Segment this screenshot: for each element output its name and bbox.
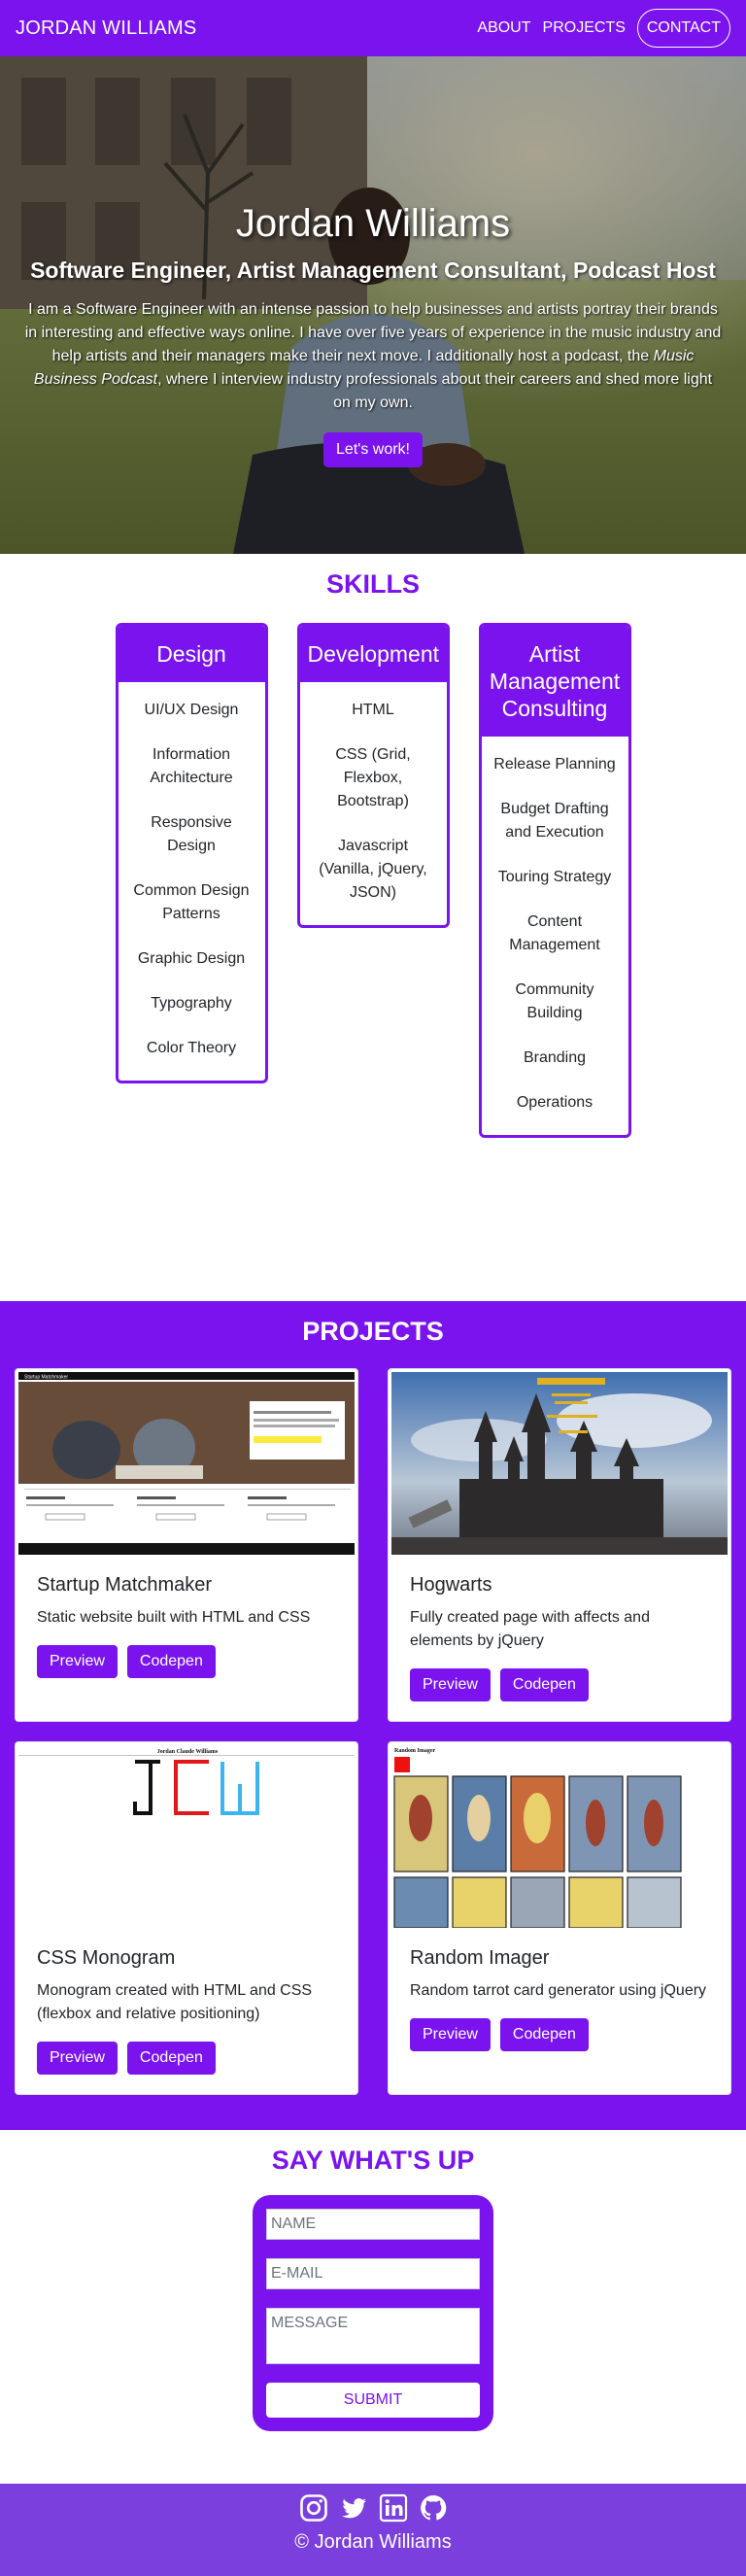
preview-button[interactable]: Preview [410,1668,491,1701]
project-thumbnail-startup-matchmaker[interactable]: Startup Matchmaker [18,1372,355,1555]
project-description: Monogram created with HTML and CSS (flex… [37,1982,313,2022]
message-field[interactable]: MESSAGE [266,2308,480,2364]
preview-button[interactable]: Preview [410,2018,491,2051]
css-monogram-screenshot: Jordan Claude Williams [18,1745,355,1928]
project-description: Static website built with HTML and CSS [37,1609,311,1626]
skill-item: Javascript (Vanilla, jQuery, JSON) [319,838,427,901]
brand-link[interactable]: JORDAN WILLIAMS [16,17,196,40]
nav-about-link[interactable]: ABOUT [477,19,530,37]
skill-item: Common Design Patterns [133,882,250,922]
skills-heading: SKILLS [325,569,420,599]
hero-title: Jordan Williams [235,202,511,245]
project-buttons: Preview Codepen [37,2042,336,2075]
skill-list: Release Planning Budget Drafting and Exe… [482,737,628,1135]
linkedin-icon[interactable] [379,2493,408,2523]
nav-links: ABOUT PROJECTS CONTACT [477,9,730,48]
project-card-css-monogram: Jordan Claude Williams CSS Monogram Mono… [15,1741,358,2095]
skill-item: Graphic Design [137,950,246,967]
project-description: Fully created page with affects and elem… [410,1609,650,1649]
skill-item: Typography [151,995,232,1012]
skill-item: Responsive Design [151,814,232,854]
codepen-button[interactable]: Codepen [499,2018,589,2051]
skill-item: CSS (Grid, Flexbox, Bootstrap) [335,746,411,809]
hero-section: Jordan Williams Software Engineer, Artis… [0,56,746,554]
project-thumbnail-random-imager[interactable]: Random Imager [391,1745,728,1928]
hero-bio-text: I am a Software Engineer with an intense… [24,301,722,364]
skills-section: SKILLS Design UI/UX Design Information A… [0,554,746,1301]
skill-card-development: Development HTML CSS (Grid, Flexbox, Boo… [296,623,450,928]
project-thumbnail-css-monogram[interactable]: Jordan Claude Williams [18,1745,355,1928]
project-buttons: Preview Codepen [37,1645,336,1678]
skill-item: Information Architecture [150,746,233,786]
lets-work-button[interactable]: Let's work! [323,432,423,467]
skill-list: HTML CSS (Grid, Flexbox, Bootstrap) Java… [300,682,447,925]
projects-section: PROJECTS Startup Matchmaker Startup Matc… [0,1301,746,2130]
nav-projects-link[interactable]: PROJECTS [543,19,626,37]
email-field[interactable]: E-MAIL [266,2258,480,2289]
startup-matchmaker-screenshot: Startup Matchmaker [18,1372,355,1555]
copyright-text: © Jordan Williams [294,2531,452,2553]
navbar: JORDAN WILLIAMS ABOUT PROJECTS CONTACT [0,0,746,56]
skill-item: UI/UX Design [144,702,239,718]
project-body: Startup Matchmaker Static website built … [16,1555,357,1698]
skill-card-title: Artist Management Consulting [481,626,628,737]
project-card-hogwarts: Hogwarts Fully created page with affects… [388,1368,731,1722]
project-title: Startup Matchmaker [37,1574,213,1596]
skill-item: Community Building [515,981,594,1021]
skill-item: Content Management [509,913,600,953]
twitter-icon[interactable] [339,2493,368,2523]
imager-thumb-caption: Random Imager [394,1748,436,1754]
project-title: CSS Monogram [37,1947,176,1969]
project-body: Hogwarts Fully created page with affects… [389,1555,730,1721]
project-card-random-imager: Random Imager Random Imager Random tarro… [388,1741,731,2095]
skill-card-design: Design UI/UX Design Information Architec… [115,623,268,1083]
name-field[interactable]: NAME [266,2209,480,2240]
skill-item: Branding [523,1049,587,1066]
project-description: Random tarrot card generator using jQuer… [410,1982,707,1999]
project-buttons: Preview Codepen [410,1668,709,1701]
hero-subtitle: Software Engineer, Artist Management Con… [30,258,716,283]
social-links [0,2493,746,2523]
skill-card-title: Design [118,626,265,682]
project-body: Random Imager Random tarrot card generat… [389,1928,730,2071]
codepen-button[interactable]: Codepen [499,1668,589,1701]
codepen-button[interactable]: Codepen [126,1645,216,1678]
project-thumbnail-hogwarts[interactable] [391,1372,728,1555]
project-body: CSS Monogram Monogram created with HTML … [16,1928,357,2094]
contact-form: NAME E-MAIL MESSAGE SUBMIT [253,2195,493,2431]
contact-section: SAY WHAT'S UP NAME E-MAIL MESSAGE SUBMIT [0,2130,746,2484]
random-imager-screenshot: Random Imager [391,1745,728,1928]
project-title: Random Imager [410,1947,550,1969]
contact-heading: SAY WHAT'S UP [271,2146,475,2175]
footer: © Jordan Williams [0,2484,746,2576]
preview-button[interactable]: Preview [37,2042,118,2075]
projects-heading: PROJECTS [302,1317,444,1346]
skill-list: UI/UX Design Information Architecture Re… [119,682,265,1081]
hero-bio-text-end: , where I interview industry professiona… [157,371,713,411]
nav-contact-button[interactable]: CONTACT [636,9,730,48]
skill-item: Touring Strategy [497,869,612,885]
preview-button[interactable]: Preview [37,1645,118,1678]
skill-item: Release Planning [493,756,616,773]
skill-item: Color Theory [146,1040,237,1056]
hero-content: Jordan Williams Software Engineer, Artis… [0,56,746,467]
monogram-thumb-caption: Jordan Claude Williams [157,1749,219,1755]
project-title: Hogwarts [410,1574,492,1596]
project-buttons: Preview Codepen [410,2018,709,2051]
hogwarts-screenshot [391,1372,728,1555]
instagram-icon[interactable] [299,2493,328,2523]
skill-item: HTML [352,702,394,718]
submit-button[interactable]: SUBMIT [266,2383,480,2418]
project-grid: Startup Matchmaker Startup Matchmaker St… [15,1368,746,2095]
startup-thumb-nav-title: Startup Matchmaker [24,1375,68,1381]
skill-card-artist-management: Artist Management Consulting Release Pla… [478,623,631,1138]
project-card-startup-matchmaker: Startup Matchmaker Startup Matchmaker St… [15,1368,358,1722]
skill-columns: Design UI/UX Design Information Architec… [0,623,746,1138]
skill-item: Budget Drafting and Execution [500,801,609,841]
skill-card-title: Development [299,626,447,682]
skill-item: Operations [516,1094,593,1111]
github-icon[interactable] [419,2493,448,2523]
codepen-button[interactable]: Codepen [126,2042,216,2075]
hero-bio: I am a Software Engineer with an intense… [23,298,723,415]
